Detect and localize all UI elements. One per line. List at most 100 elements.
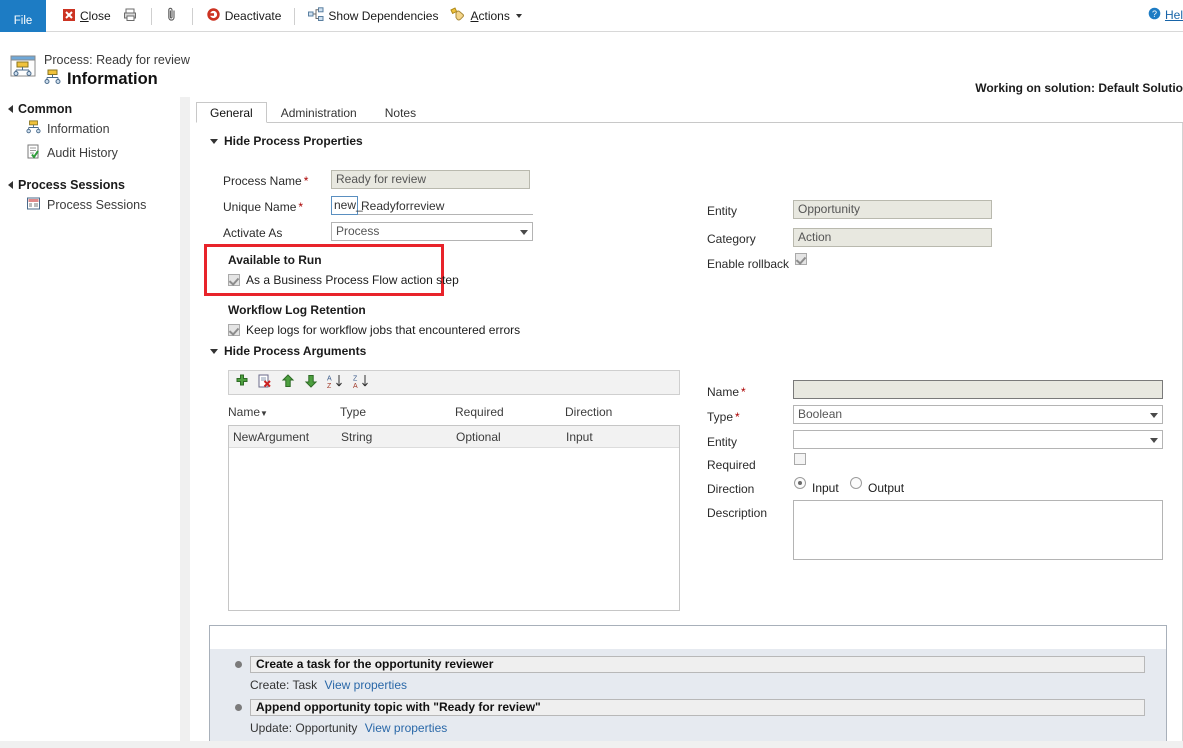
process-name-label: Process Name* — [223, 174, 308, 188]
direction-output-radio[interactable] — [850, 477, 862, 489]
move-up-button[interactable] — [281, 374, 295, 391]
chevron-down-icon — [516, 14, 522, 18]
sort-az-button[interactable]: A Z — [327, 374, 344, 392]
sort-za-button[interactable]: Z A — [353, 374, 370, 392]
activate-as-value: Process — [336, 224, 379, 238]
direction-input-label: Input — [812, 481, 839, 495]
nav-group-common-label: Common — [18, 102, 72, 116]
step-title[interactable]: Create a task for the opportunity review… — [250, 656, 1145, 673]
bpf-action-step-checkbox[interactable] — [228, 274, 240, 286]
argument-type-select[interactable]: Boolean — [793, 405, 1163, 424]
show-dependencies-button[interactable]: Show Dependencies — [302, 1, 444, 31]
form-header: Process: Ready for review Information Wo… — [0, 33, 1183, 97]
paperclip-icon — [165, 7, 179, 25]
left-navigation: Common Information Audit — [0, 97, 180, 748]
entity-label: Entity — [707, 204, 737, 218]
sidebar-item-audit-history-label: Audit History — [47, 146, 118, 160]
dependencies-icon — [308, 7, 324, 25]
view-properties-link[interactable]: View properties — [365, 721, 448, 735]
expand-triangle-icon — [8, 181, 13, 189]
column-header-direction[interactable]: Direction — [565, 405, 612, 419]
svg-text:Z: Z — [327, 383, 332, 389]
chevron-down-icon — [210, 349, 218, 354]
sidebar-item-information[interactable]: Information — [0, 117, 179, 141]
close-button-label: Close — [80, 9, 111, 23]
step-bullet-icon[interactable] — [235, 704, 242, 711]
hide-process-properties-toggle[interactable]: Hide Process Properties — [210, 134, 363, 148]
ribbon-toolbar: File Close — [0, 0, 1183, 32]
arguments-grid: NewArgument String Optional Input — [228, 425, 680, 611]
argument-required-checkbox[interactable] — [794, 453, 806, 465]
tab-notes[interactable]: Notes — [371, 102, 430, 123]
add-argument-button[interactable] — [235, 374, 249, 391]
process-icon — [26, 120, 41, 138]
step-title[interactable]: Append opportunity topic with "Ready for… — [250, 699, 1145, 716]
activate-as-select[interactable]: Process — [331, 222, 533, 241]
unique-name-label: Unique Name* — [223, 200, 303, 214]
table-row[interactable]: NewArgument String Optional Input — [229, 426, 679, 448]
hide-process-arguments-toggle[interactable]: Hide Process Arguments — [210, 344, 366, 358]
argument-name-input[interactable] — [793, 380, 1163, 399]
required-asterisk: * — [735, 410, 740, 424]
ribbon-commands: Close — [56, 0, 528, 32]
step-meta: Create: Task View properties — [250, 678, 407, 692]
nav-group-common[interactable]: Common — [0, 97, 179, 117]
hide-process-arguments-label: Hide Process Arguments — [224, 344, 366, 358]
category-input[interactable]: Action — [793, 228, 992, 247]
bpf-action-step-label: As a Business Process Flow action step — [246, 273, 459, 287]
argument-description-textarea[interactable] — [793, 500, 1163, 560]
svg-text:A: A — [327, 375, 332, 382]
column-header-required[interactable]: Required — [455, 405, 504, 419]
required-asterisk: * — [741, 385, 746, 399]
argument-name-label: Name* — [707, 385, 746, 399]
enable-rollback-checkbox[interactable] — [795, 253, 807, 265]
unique-name-input[interactable]: Readyforreview — [361, 199, 444, 213]
cell-name: NewArgument — [233, 430, 309, 444]
process-name-input[interactable]: Ready for review — [331, 170, 530, 189]
svg-text:?: ? — [1152, 9, 1157, 19]
entity-input[interactable]: Opportunity — [793, 200, 992, 219]
actions-button-label: Actions — [470, 9, 509, 23]
tab-administration[interactable]: Administration — [267, 102, 371, 123]
svg-text:Z: Z — [353, 375, 358, 382]
column-header-name[interactable]: Name▼ — [228, 405, 268, 419]
move-down-button[interactable] — [304, 374, 318, 391]
keep-logs-checkbox[interactable] — [228, 324, 240, 336]
working-on-solution: Working on solution: Default Solutio — [975, 81, 1183, 95]
svg-text:A: A — [353, 383, 358, 389]
attach-button[interactable] — [159, 1, 185, 31]
ribbon-separator-3 — [294, 8, 295, 25]
print-icon — [123, 7, 138, 25]
file-tab[interactable]: File — [0, 0, 46, 32]
close-x-icon — [62, 8, 76, 25]
direction-input-radio[interactable] — [794, 477, 806, 489]
help-link[interactable]: ? Hel — [1148, 7, 1183, 23]
close-button[interactable]: Close — [56, 1, 117, 31]
process-large-icon — [10, 54, 36, 83]
step-bullet-icon[interactable] — [235, 661, 242, 668]
cell-type: String — [341, 430, 372, 444]
actions-button[interactable]: Actions — [444, 1, 527, 31]
argument-description-label: Description — [707, 506, 767, 520]
argument-entity-select[interactable] — [793, 430, 1163, 449]
nav-group-process-sessions-label: Process Sessions — [18, 178, 125, 192]
unique-name-prefix-input[interactable]: new_ — [331, 196, 358, 215]
view-properties-link[interactable]: View properties — [325, 678, 408, 692]
column-header-type[interactable]: Type — [340, 405, 366, 419]
sidebar-item-process-sessions[interactable]: Process Sessions — [0, 193, 179, 217]
main-content: General Administration Notes Hide Proces… — [190, 97, 1183, 748]
print-button[interactable] — [117, 1, 144, 31]
nav-group-process-sessions[interactable]: Process Sessions — [0, 173, 179, 193]
argument-type-value: Boolean — [798, 407, 842, 421]
cell-direction: Input — [566, 430, 593, 444]
tab-general[interactable]: General — [196, 102, 267, 123]
chevron-down-icon — [1150, 438, 1158, 443]
deactivate-button[interactable]: Deactivate — [200, 1, 288, 31]
keep-logs-label: Keep logs for workflow jobs that encount… — [246, 323, 520, 337]
delete-argument-button[interactable] — [258, 374, 272, 391]
sidebar-item-audit-history[interactable]: Audit History — [0, 141, 179, 165]
deactivate-button-label: Deactivate — [225, 9, 282, 23]
required-asterisk: * — [304, 174, 309, 188]
audit-icon — [26, 144, 41, 162]
log-retention-heading: Workflow Log Retention — [228, 303, 366, 317]
